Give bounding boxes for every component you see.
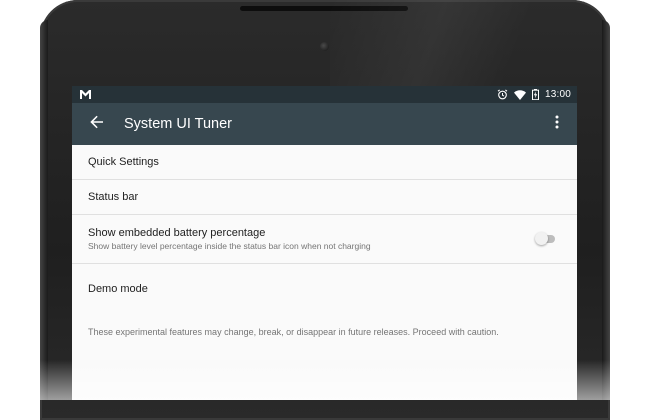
status-bar-left	[80, 90, 91, 99]
demo-mode-item[interactable]: Demo mode	[72, 264, 577, 313]
more-vert-icon	[555, 115, 559, 134]
front-camera	[320, 42, 329, 51]
gmail-m-icon	[80, 90, 91, 99]
earpiece-speaker	[240, 6, 408, 11]
tablet-left-edge	[40, 20, 48, 400]
arrow-back-icon	[90, 115, 104, 134]
battery-percentage-summary: Show battery level percentage inside the…	[88, 241, 371, 251]
battery-percentage-toggle[interactable]	[535, 232, 557, 246]
app-bar: System UI Tuner	[72, 103, 577, 145]
page-title: System UI Tuner	[124, 116, 232, 132]
settings-list: Quick Settings Status bar Show embedded …	[72, 145, 577, 337]
battery-percentage-title: Show embedded battery percentage	[88, 227, 266, 239]
status-bar-label: Status bar	[88, 191, 139, 203]
screen: 13:00 System UI Tuner Quick Settings Sta…	[72, 86, 577, 400]
alarm-clock-icon	[497, 89, 508, 100]
tablet-right-edge	[602, 20, 610, 400]
demo-mode-label: Demo mode	[88, 282, 148, 295]
quick-settings-item[interactable]: Quick Settings	[72, 145, 577, 180]
status-bar-item[interactable]: Status bar	[72, 180, 577, 215]
experimental-warning: These experimental features may change, …	[88, 327, 499, 337]
back-button[interactable]	[86, 113, 108, 135]
status-bar: 13:00	[72, 86, 577, 103]
wifi-icon	[513, 89, 526, 100]
battery-percentage-text: Show embedded battery percentage Show ba…	[88, 227, 371, 251]
toggle-thumb	[535, 232, 548, 245]
quick-settings-label: Quick Settings	[88, 156, 159, 168]
battery-charging-icon	[531, 89, 539, 100]
overflow-menu-button[interactable]	[547, 112, 567, 136]
status-clock: 13:00	[544, 89, 571, 100]
battery-percentage-item[interactable]: Show embedded battery percentage Show ba…	[72, 215, 577, 264]
status-bar-right: 13:00	[497, 89, 571, 100]
